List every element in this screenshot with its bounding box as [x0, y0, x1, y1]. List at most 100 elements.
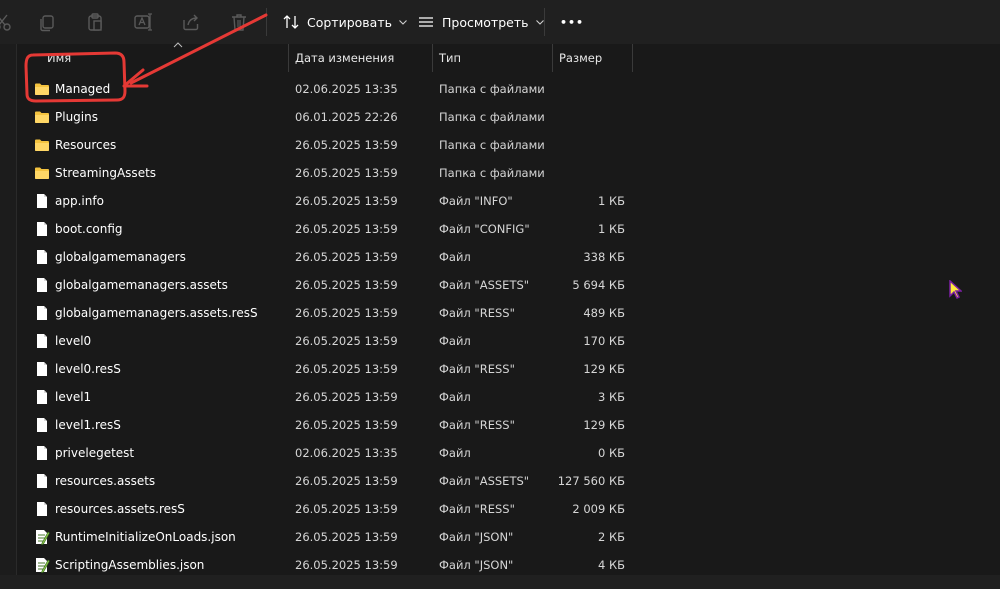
- file-name: Managed: [55, 82, 111, 96]
- file-size: 127 560 КБ: [557, 474, 625, 488]
- json-file-icon: [34, 557, 50, 573]
- mouse-cursor-icon: [949, 280, 962, 300]
- file-row[interactable]: StreamingAssets 26.05.2025 13:59 Папка с ф…: [16, 159, 636, 187]
- file-list-pane: Имя Дата изменения Тип Размер Managed 02.…: [0, 42, 1000, 575]
- file-name: globalgamemanagers: [55, 250, 186, 264]
- paste-icon[interactable]: [84, 11, 106, 33]
- more-options-icon: •••: [560, 15, 585, 29]
- column-divider[interactable]: [432, 44, 433, 72]
- view-button[interactable]: Просмотреть: [418, 9, 544, 35]
- file-type: Папка с файлами: [439, 82, 545, 96]
- file-name: privelegetest: [55, 446, 135, 460]
- column-header-name[interactable]: Имя: [47, 44, 287, 72]
- file-row[interactable]: globalgamemanagers.assets 26.05.2025 13:5…: [16, 271, 636, 299]
- file-row[interactable]: resources.assets.resS 26.05.2025 13:59 Фай…: [16, 495, 636, 523]
- file-icon: [34, 221, 50, 237]
- file-row[interactable]: Managed 02.06.2025 13:35 Папка с файлами: [16, 75, 636, 103]
- file-size: 1 КБ: [597, 194, 625, 208]
- file-date-modified: 06.01.2025 22:26: [295, 110, 398, 124]
- file-icon: [34, 305, 50, 321]
- sort-label: Сортировать: [307, 14, 392, 30]
- file-row[interactable]: globalgamemanagers 26.05.2025 13:59 Файл 33…: [16, 243, 636, 271]
- column-header-type[interactable]: Тип: [439, 44, 549, 72]
- file-name: globalgamemanagers.assets.resS: [55, 306, 258, 320]
- file-row[interactable]: Plugins 06.01.2025 22:26 Папка с файлами: [16, 103, 636, 131]
- folder-icon: [34, 137, 50, 153]
- file-name: resources.assets: [55, 474, 156, 488]
- file-name: boot.config: [55, 222, 123, 236]
- file-date-modified: 26.05.2025 13:59: [295, 334, 398, 348]
- json-file-icon: [34, 529, 50, 545]
- toolbar-separator: [544, 8, 545, 36]
- file-type: Файл "CONFIG": [439, 222, 530, 236]
- copy-icon[interactable]: [36, 11, 58, 33]
- file-row[interactable]: boot.config 26.05.2025 13:59 Файл "CONFIG"…: [16, 215, 636, 243]
- file-row[interactable]: RuntimeInitializeOnLoads.json 26.05.2025 …: [16, 523, 636, 551]
- file-row[interactable]: resources.assets 26.05.2025 13:59 Файл "AS…: [16, 467, 636, 495]
- file-row[interactable]: Resources 26.05.2025 13:59 Папка с файлами: [16, 131, 636, 159]
- folder-icon: [34, 81, 50, 97]
- file-type: Файл "ASSETS": [439, 474, 530, 488]
- file-size: 0 КБ: [597, 446, 625, 460]
- file-date-modified: 26.05.2025 13:59: [295, 530, 398, 544]
- sort-button[interactable]: Сортировать: [283, 9, 407, 35]
- column-header-size[interactable]: Размер: [559, 44, 639, 72]
- file-date-modified: 26.05.2025 13:59: [295, 418, 398, 432]
- file-size: 3 КБ: [597, 390, 625, 404]
- file-type: Файл "RESS": [439, 362, 515, 376]
- file-icon: [34, 361, 50, 377]
- file-size: 2 009 КБ: [572, 502, 625, 516]
- file-type: Файл "RESS": [439, 418, 515, 432]
- file-icon: [34, 249, 50, 265]
- file-date-modified: 26.05.2025 13:59: [295, 306, 398, 320]
- file-type: Файл "INFO": [439, 194, 513, 208]
- file-date-modified: 26.05.2025 13:59: [295, 362, 398, 376]
- file-name: RuntimeInitializeOnLoads.json: [55, 530, 236, 544]
- file-type: Папка с файлами: [439, 138, 545, 152]
- file-date-modified: 26.05.2025 13:59: [295, 390, 398, 404]
- share-icon[interactable]: [180, 11, 202, 33]
- file-size: 489 КБ: [583, 306, 625, 320]
- file-size: 338 КБ: [583, 250, 625, 264]
- file-type: Файл "JSON": [439, 530, 514, 544]
- command-bar: Сортировать Просмотреть •••: [0, 0, 1000, 45]
- column-header-date[interactable]: Дата изменения: [295, 44, 435, 72]
- file-row[interactable]: privelegetest 02.06.2025 13:35 Файл 0 КБ: [16, 439, 636, 467]
- file-icon: [34, 277, 50, 293]
- file-type: Файл "RESS": [439, 306, 515, 320]
- navigation-pane-edge: [0, 44, 17, 575]
- file-name: app.info: [55, 194, 104, 208]
- file-icon: [34, 193, 50, 209]
- file-row[interactable]: app.info 26.05.2025 13:59 Файл "INFO" 1 КБ: [16, 187, 636, 215]
- file-date-modified: 02.06.2025 13:35: [295, 82, 398, 96]
- chevron-down-icon: [535, 19, 544, 25]
- more-options-button[interactable]: •••: [560, 9, 584, 35]
- file-row[interactable]: level1 26.05.2025 13:59 Файл 3 КБ: [16, 383, 636, 411]
- file-date-modified: 26.05.2025 13:59: [295, 166, 398, 180]
- file-date-modified: 26.05.2025 13:59: [295, 474, 398, 488]
- file-type: Файл "RESS": [439, 502, 515, 516]
- file-name: level1.resS: [55, 418, 121, 432]
- delete-icon[interactable]: [228, 11, 250, 33]
- column-divider[interactable]: [288, 44, 289, 72]
- file-date-modified: 26.05.2025 13:59: [295, 194, 398, 208]
- cut-icon[interactable]: [0, 11, 13, 33]
- file-row[interactable]: level0.resS 26.05.2025 13:59 Файл "RESS" 12…: [16, 355, 636, 383]
- file-row[interactable]: level1.resS 26.05.2025 13:59 Файл "RESS" 12…: [16, 411, 636, 439]
- folder-icon: [34, 109, 50, 125]
- file-date-modified: 26.05.2025 13:59: [295, 278, 398, 292]
- sort-icon: [283, 14, 299, 30]
- file-row[interactable]: level0 26.05.2025 13:59 Файл 170 КБ: [16, 327, 636, 355]
- file-size: 2 КБ: [597, 530, 625, 544]
- rename-icon[interactable]: [132, 11, 154, 33]
- file-row[interactable]: globalgamemanagers.assets.resS 26.05.2025…: [16, 299, 636, 327]
- file-date-modified: 02.06.2025 13:35: [295, 446, 398, 460]
- file-name: level0: [55, 334, 92, 348]
- column-header-row: Имя Дата изменения Тип Размер: [16, 42, 1000, 72]
- toolbar-separator: [266, 8, 267, 36]
- column-divider[interactable]: [552, 44, 553, 72]
- file-date-modified: 26.05.2025 13:59: [295, 502, 398, 516]
- file-size: 170 КБ: [583, 334, 625, 348]
- file-name: globalgamemanagers.assets: [55, 278, 228, 292]
- column-divider[interactable]: [632, 44, 633, 72]
